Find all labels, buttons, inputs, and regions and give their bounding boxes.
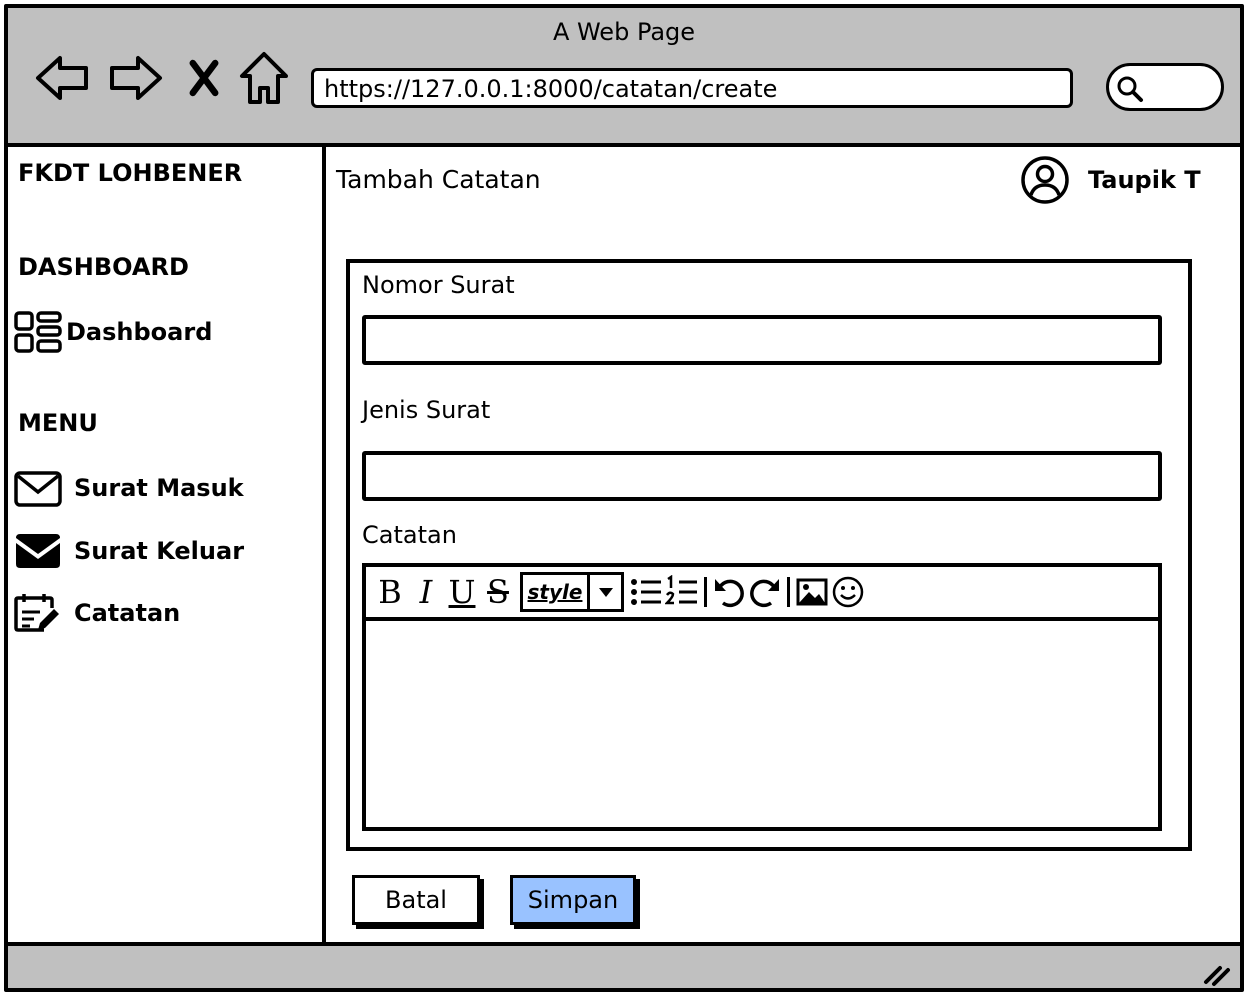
image-icon[interactable] xyxy=(794,572,830,612)
sidebar-item-catatan[interactable]: Catatan xyxy=(12,588,312,638)
envelope-outline-icon xyxy=(12,466,64,510)
search-box[interactable] xyxy=(1106,63,1224,111)
user-circle-icon xyxy=(1021,156,1069,204)
forward-arrow-icon[interactable] xyxy=(106,48,166,108)
bold-button[interactable]: B xyxy=(372,572,408,612)
close-x-icon[interactable] xyxy=(176,48,232,108)
toolbar-divider xyxy=(787,577,790,607)
browser-window: A Web Page https://127.0.0.1:8000/catata… xyxy=(4,4,1244,992)
nomor-surat-input[interactable] xyxy=(362,315,1162,365)
editor-content-area[interactable] xyxy=(366,621,1158,827)
numbered-list-icon[interactable] xyxy=(664,572,700,612)
style-dropdown-value: style xyxy=(527,580,583,604)
sidebar-item-surat-keluar[interactable]: Surat Keluar xyxy=(12,526,312,576)
sidebar-item-surat-masuk[interactable]: Surat Masuk xyxy=(12,463,312,513)
emoji-icon[interactable] xyxy=(830,572,866,612)
label-jenis-surat: Jenis Surat xyxy=(362,396,491,424)
chevron-down-icon xyxy=(587,575,621,609)
save-button[interactable]: Simpan xyxy=(510,875,636,925)
label-nomor-surat: Nomor Surat xyxy=(362,271,515,299)
home-icon[interactable] xyxy=(234,48,294,108)
search-icon xyxy=(1117,76,1143,102)
editor-toolbar: B I U S style xyxy=(366,567,1158,621)
bullet-list-icon[interactable] xyxy=(628,572,664,612)
section-heading-dashboard: DASHBOARD xyxy=(18,253,189,281)
back-arrow-icon[interactable] xyxy=(32,48,92,108)
sidebar-item-label: Dashboard xyxy=(66,318,213,346)
dashboard-icon xyxy=(12,310,64,354)
sidebar-item-label: Catatan xyxy=(74,599,181,627)
strikethrough-button[interactable]: S xyxy=(480,572,516,612)
sidebar-item-label: Surat Keluar xyxy=(74,537,245,565)
browser-toolbar: A Web Page https://127.0.0.1:8000/catata… xyxy=(8,8,1240,147)
sidebar: FKDT LOHBENER DASHBOARD Dashboard MENU S… xyxy=(8,147,326,942)
main-content: Tambah Catatan Taupik T Nomor Surat Jeni… xyxy=(330,147,1240,942)
italic-button[interactable]: I xyxy=(408,572,444,612)
address-bar[interactable]: https://127.0.0.1:8000/catatan/create xyxy=(311,68,1073,108)
brand-name: FKDT LOHBENER xyxy=(18,159,243,187)
status-bar xyxy=(8,942,1240,988)
cancel-button[interactable]: Batal xyxy=(352,875,480,925)
envelope-filled-icon xyxy=(12,529,64,573)
user-menu[interactable]: Taupik T xyxy=(1020,155,1201,205)
toolbar-divider xyxy=(704,577,707,607)
label-catatan: Catatan xyxy=(362,521,457,549)
undo-icon[interactable] xyxy=(711,572,747,612)
section-heading-menu: MENU xyxy=(18,409,98,437)
redo-icon[interactable] xyxy=(747,572,783,612)
style-dropdown[interactable]: style xyxy=(520,572,624,612)
sidebar-item-label: Surat Masuk xyxy=(74,474,244,502)
user-name: Taupik T xyxy=(1088,166,1201,194)
form-card: Nomor Surat Jenis Surat Catatan B I U S … xyxy=(346,259,1192,851)
rich-text-editor: B I U S style xyxy=(362,563,1162,831)
browser-title: A Web Page xyxy=(552,18,696,46)
resize-grip-icon[interactable] xyxy=(1200,960,1232,988)
sidebar-item-dashboard[interactable]: Dashboard xyxy=(12,307,312,357)
jenis-surat-input[interactable] xyxy=(362,451,1162,501)
underline-button[interactable]: U xyxy=(444,572,480,612)
page-title: Tambah Catatan xyxy=(336,165,541,194)
calendar-edit-icon xyxy=(12,591,64,635)
